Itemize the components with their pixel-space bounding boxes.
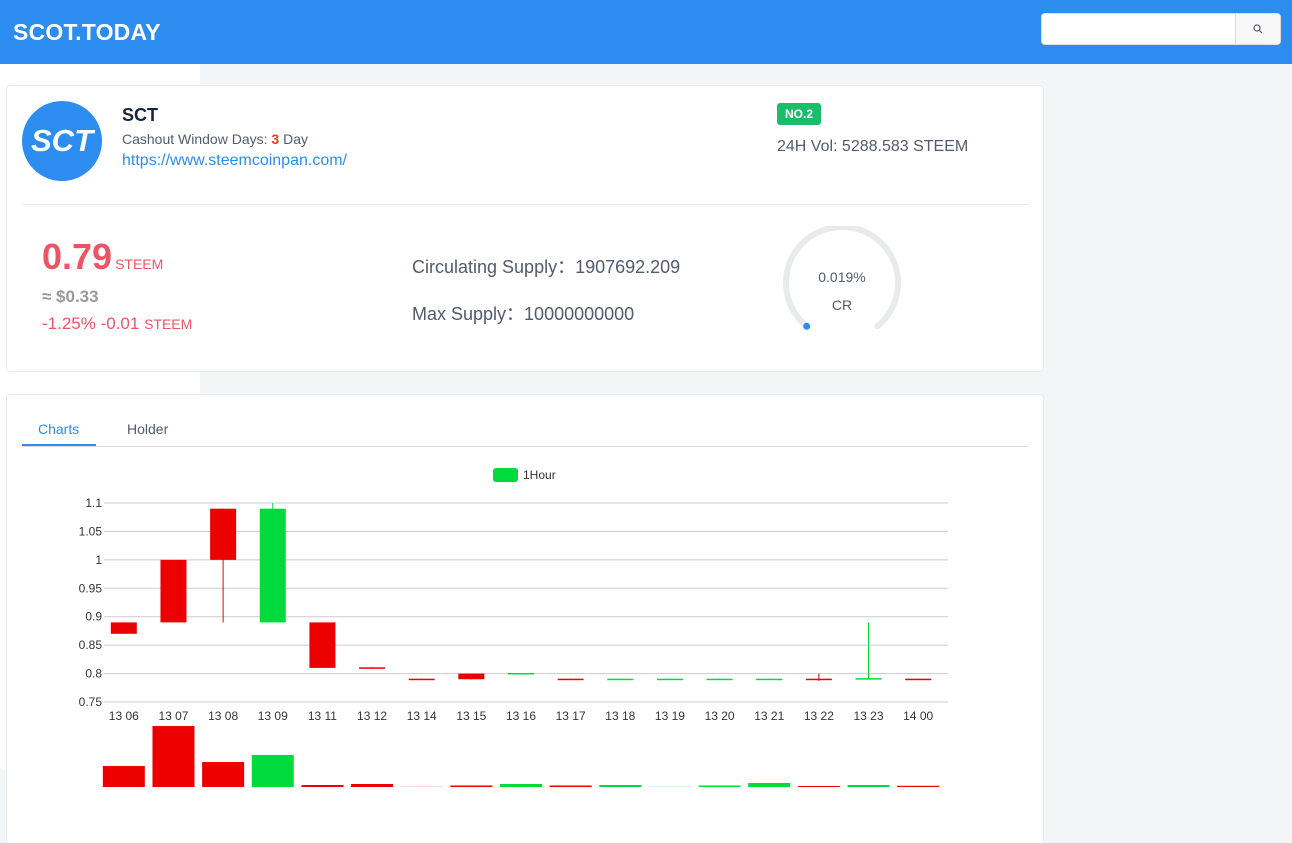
chart-card: Charts Holder 1Hour 0.75 0.8 0.85 0.9 0.95 1 1.… xyxy=(6,394,1044,843)
candle-body xyxy=(160,559,187,623)
y-tick-label: 0.75 xyxy=(79,695,103,709)
x-tick-label: 13 09 xyxy=(258,709,288,723)
cashout-label: Cashout Window Days: xyxy=(122,131,268,147)
x-tick-label: 14 00 xyxy=(903,709,933,723)
cashout-days: 3 xyxy=(271,131,280,147)
cr-percent: 0.019% xyxy=(818,269,866,285)
search-bar xyxy=(1041,13,1281,45)
x-tick-label: 13 07 xyxy=(158,709,188,723)
cr-gauge: 0.019% CR xyxy=(777,223,907,356)
candle-body xyxy=(408,678,435,681)
x-tick-label: 13 08 xyxy=(208,709,238,723)
volume-bar xyxy=(500,784,542,787)
top-nav-bar: SCOT.TODAY xyxy=(0,0,1292,64)
candle-body xyxy=(309,622,336,668)
candle-body xyxy=(110,622,137,634)
candle-body xyxy=(756,678,783,681)
volume-bar xyxy=(599,785,642,787)
x-tick-label: 13 18 xyxy=(605,709,635,723)
volume-bar xyxy=(202,762,245,787)
candle-body xyxy=(557,678,584,681)
cashout-unit: Day xyxy=(283,131,308,147)
x-tick-label: 13 11 xyxy=(308,709,337,723)
x-tick-label: 13 15 xyxy=(456,709,486,723)
candle-body xyxy=(706,678,733,681)
usd-price: ≈ $0.33 xyxy=(42,287,99,306)
y-tick-label: 0.9 xyxy=(85,610,102,624)
candle-body xyxy=(259,508,286,623)
price-change-value: -1.25% -0.01 xyxy=(42,314,140,333)
x-tick-label: 13 06 xyxy=(109,709,139,723)
circulating-supply: Circulating Supply：1907692.209 xyxy=(412,257,681,277)
x-tick-label: 13 17 xyxy=(556,709,586,723)
token-name: SCT xyxy=(122,105,158,125)
search-input[interactable] xyxy=(1041,13,1236,45)
volume-24h: 24H Vol: 5288.583 STEEM xyxy=(777,138,969,155)
cashout-window: Cashout Window Days: 3 Day xyxy=(122,131,308,147)
x-tick-label: 13 14 xyxy=(407,709,437,723)
x-tick-label: 13 12 xyxy=(357,709,387,723)
volume-bar xyxy=(847,785,890,787)
volume-bar xyxy=(400,786,443,787)
y-tick-label: 0.85 xyxy=(79,638,103,652)
search-button[interactable] xyxy=(1235,13,1281,45)
x-tick-label: 13 20 xyxy=(705,709,735,723)
volume-bar xyxy=(648,786,691,787)
x-tick-label: 13 16 xyxy=(506,709,536,723)
rank-badge: NO.2 xyxy=(777,103,822,125)
legend-label: 1Hour xyxy=(523,468,556,482)
x-tick-label: 13 19 xyxy=(655,709,685,723)
price-change-unit: STEEM xyxy=(144,316,193,332)
volume-bar xyxy=(251,755,294,787)
legend-swatch xyxy=(493,468,518,482)
x-tick-label: 13 21 xyxy=(754,709,784,723)
candle-body xyxy=(508,673,534,675)
candle-body xyxy=(607,678,634,681)
candle-body xyxy=(805,678,832,681)
price-unit: STEEM xyxy=(115,256,164,272)
candle-body xyxy=(905,678,932,681)
divider xyxy=(22,204,1029,205)
brand-logo[interactable]: SCOT.TODAY xyxy=(13,19,161,46)
candle-body xyxy=(359,667,386,669)
volume-bar xyxy=(897,785,940,787)
volume-bar xyxy=(351,784,394,787)
volume-bar xyxy=(450,785,493,787)
price: 0.79 STEEM xyxy=(42,236,163,278)
candle-body xyxy=(656,678,683,681)
y-tick-label: 1.1 xyxy=(85,496,102,510)
search-icon xyxy=(1253,24,1263,34)
candle-body xyxy=(855,678,882,680)
candlestick-chart: 1Hour 0.75 0.8 0.85 0.9 0.95 1 1.05 1.1 13 06 13 0… xyxy=(79,468,948,787)
y-tick-label: 0.95 xyxy=(79,581,103,595)
candle-body xyxy=(458,673,485,680)
price-change: -1.25% -0.01 STEEM xyxy=(42,314,192,334)
volume-bar xyxy=(698,785,741,787)
cr-gauge-ring xyxy=(783,223,901,330)
candle-body xyxy=(210,508,237,560)
token-info-card: SCT SCT Cashout Window Days: 3 Day https… xyxy=(6,85,1044,372)
volume-bar xyxy=(301,785,344,787)
x-tick-label: 13 22 xyxy=(804,709,834,723)
website-link[interactable]: https://www.steemcoinpan.com/ xyxy=(122,152,347,170)
cr-label: CR xyxy=(831,297,853,313)
volume-bar xyxy=(797,786,840,787)
x-tick-label: 13 23 xyxy=(854,709,884,723)
volume-bar xyxy=(152,726,195,787)
volume-bar xyxy=(748,783,791,787)
y-tick-label: 1.05 xyxy=(79,524,103,538)
y-tick-label: 1 xyxy=(95,553,102,567)
token-logo: SCT xyxy=(22,101,102,181)
volume-bar xyxy=(549,785,592,787)
y-tick-label: 0.8 xyxy=(85,667,102,681)
max-supply: Max Supply：10000000000 xyxy=(412,304,635,324)
price-value: 0.79 xyxy=(42,236,113,277)
volume-bar xyxy=(102,766,145,787)
